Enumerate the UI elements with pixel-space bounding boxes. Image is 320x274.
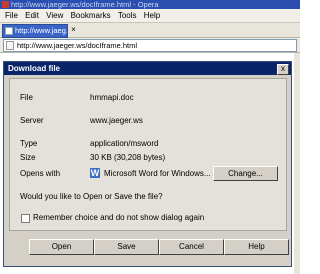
menu-bar: File Edit View Bookmarks Tools Help (0, 9, 300, 23)
server-value: www.jaeger.ws (90, 116, 143, 125)
page-icon (6, 41, 14, 50)
address-bar: http://www.jaeger.ws/docIframe.html (0, 38, 300, 53)
size-value: 30 KB (30,208 bytes) (90, 153, 166, 162)
cancel-button[interactable]: Cancel (159, 239, 224, 255)
file-label: File (20, 93, 33, 102)
window-title: http://www.jaeger.ws/docIframe.html - Op… (11, 0, 159, 9)
address-url: http://www.jaeger.ws/docIframe.html (17, 41, 138, 50)
open-save-question: Would you like to Open or Save the file? (20, 192, 163, 201)
dialog-title: Download file (4, 62, 291, 75)
opera-icon (2, 1, 9, 8)
remember-choice-checkbox[interactable] (21, 214, 30, 223)
address-input[interactable]: http://www.jaeger.ws/docIframe.html (3, 39, 297, 52)
tab-bar: http://www.jaeg... × (0, 23, 300, 38)
word-app-icon: W (90, 168, 100, 178)
menu-tools[interactable]: Tools (118, 11, 137, 20)
opens-with-value: Microsoft Word for Windows... (104, 169, 211, 178)
menu-bookmarks[interactable]: Bookmarks (71, 11, 111, 20)
tab-current-page[interactable]: http://www.jaeg... (2, 24, 68, 38)
window-titlebar: http://www.jaeger.ws/docIframe.html - Op… (0, 0, 300, 9)
save-button[interactable]: Save (94, 239, 159, 255)
tab-close-icon[interactable]: × (69, 25, 78, 34)
page-icon (5, 27, 13, 35)
server-label: Server (20, 116, 44, 125)
remember-choice-label: Remember choice and do not show dialog a… (33, 213, 205, 222)
menu-help[interactable]: Help (144, 11, 160, 20)
file-value: hmmapi.doc (90, 93, 134, 102)
opens-with-label: Opens with (20, 169, 61, 178)
type-label: Type (20, 139, 38, 148)
download-file-dialog: Download file x File hmmapi.doc Server w… (3, 61, 292, 267)
menu-file[interactable]: File (5, 11, 18, 20)
open-button[interactable]: Open (29, 239, 94, 255)
menu-view[interactable]: View (46, 11, 63, 20)
dialog-close-button[interactable]: x (277, 64, 289, 75)
page-scrollbar[interactable] (294, 53, 300, 274)
change-button[interactable]: Change... (213, 166, 278, 181)
menu-edit[interactable]: Edit (25, 11, 39, 20)
help-button[interactable]: Help (224, 239, 289, 255)
size-label: Size (20, 153, 36, 162)
type-value: application/msword (90, 139, 159, 148)
dialog-details-panel: File hmmapi.doc Server www.jaeger.ws Typ… (9, 78, 287, 231)
tab-label: http://www.jaeg... (15, 26, 68, 35)
